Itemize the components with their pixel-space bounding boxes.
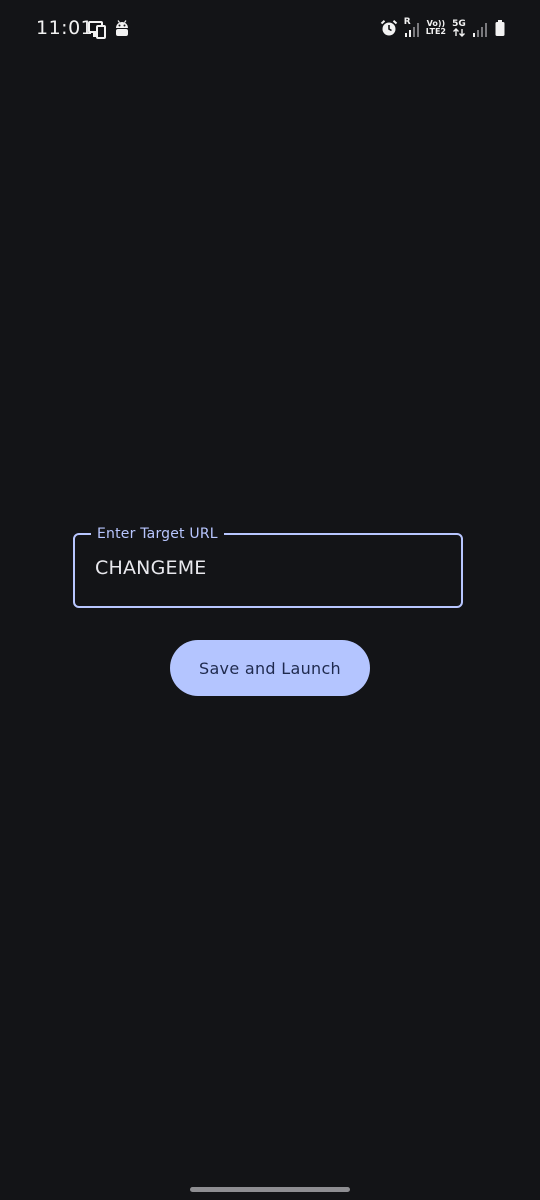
status-time: 11:01	[36, 17, 94, 39]
android-icon	[114, 19, 130, 39]
save-and-launch-button[interactable]: Save and Launch	[170, 640, 370, 696]
5g-icon: 5G	[452, 18, 466, 37]
screen-mirror-icon	[88, 19, 108, 39]
alarm-icon	[380, 19, 398, 37]
cell-signal-icon	[472, 18, 488, 38]
volte-icon: Vo)) LTE2	[426, 20, 446, 36]
volte-label-bottom: LTE2	[425, 27, 446, 36]
network-label: 5G	[452, 18, 466, 29]
target-url-label: Enter Target URL	[91, 524, 224, 544]
status-right-icons: R Vo)) LTE2 5G	[380, 18, 506, 38]
status-left-icons	[88, 19, 130, 39]
gesture-nav-handle[interactable]	[190, 1187, 350, 1192]
battery-icon	[494, 18, 506, 38]
target-url-field[interactable]: Enter Target URL	[73, 524, 463, 608]
roaming-signal-icon: R	[404, 18, 420, 38]
status-bar: 11:01 R Vo)) LTE2 5G	[0, 0, 540, 60]
target-url-input[interactable]	[95, 557, 435, 579]
